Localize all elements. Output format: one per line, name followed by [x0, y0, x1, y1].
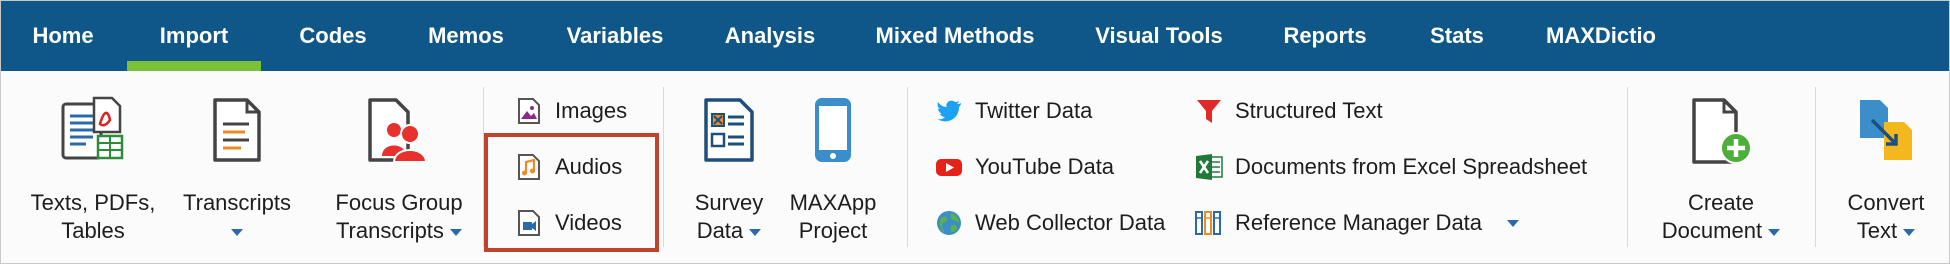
tab-mixed-methods[interactable]: Mixed Methods	[869, 1, 1041, 71]
excel-icon	[1195, 153, 1223, 181]
funnel-icon	[1195, 97, 1223, 125]
chevron-down-icon	[1768, 228, 1781, 236]
separator	[907, 87, 908, 247]
tab-home[interactable]: Home	[15, 1, 111, 71]
tab-reports[interactable]: Reports	[1273, 1, 1377, 71]
focus-group-transcripts-button[interactable]: Focus Group Transcripts	[335, 96, 463, 246]
images-button[interactable]: Images	[515, 91, 665, 131]
globe-icon	[935, 209, 963, 237]
focus-group-label: Focus Group Transcripts	[335, 190, 463, 243]
separator	[1815, 87, 1816, 247]
twitter-data-button[interactable]: Twitter Data	[935, 91, 1165, 131]
tab-memos[interactable]: Memos	[411, 1, 521, 71]
create-document-button[interactable]: Create Document	[1661, 96, 1781, 246]
maxapp-project-button[interactable]: MAXApp Project	[790, 96, 876, 246]
web-collector-data-button[interactable]: Web Collector Data	[935, 203, 1175, 243]
chevron-down-icon	[749, 228, 762, 236]
tab-import[interactable]: Import	[127, 1, 261, 71]
focus-group-icon	[366, 96, 432, 173]
image-icon	[515, 97, 543, 125]
chevron-down-icon[interactable]	[1507, 220, 1519, 227]
highlight-box	[484, 133, 659, 252]
transcript-icon	[211, 96, 263, 173]
survey-data-button[interactable]: Survey Data	[691, 96, 767, 246]
youtube-data-button[interactable]: YouTube Data	[935, 147, 1165, 187]
tab-variables[interactable]: Variables	[557, 1, 673, 71]
tab-stats[interactable]: Stats	[1419, 1, 1495, 71]
maxapp-project-label: MAXApp Project	[789, 190, 877, 243]
texts-pdfs-tables-button[interactable]: Texts, PDFs, Tables	[31, 96, 155, 246]
tab-visual-tools[interactable]: Visual Tools	[1089, 1, 1229, 71]
transcripts-label: Transcripts	[169, 189, 305, 245]
chevron-down-icon	[1903, 228, 1916, 236]
survey-form-icon	[702, 96, 756, 173]
import-ribbon: Home Import Codes Memos Variables Analys…	[0, 0, 1950, 264]
chevron-down-icon	[450, 228, 463, 236]
convert-text-label: Convert Text	[1847, 190, 1925, 243]
structured-text-button[interactable]: Structured Text	[1195, 91, 1435, 131]
texts-pdfs-tables-label: Texts, PDFs, Tables	[30, 190, 156, 243]
tab-maxdictio[interactable]: MAXDictio	[1541, 1, 1661, 71]
menu-bar: Home Import Codes Memos Variables Analys…	[1, 1, 1949, 71]
tab-analysis[interactable]: Analysis	[713, 1, 827, 71]
tab-codes[interactable]: Codes	[281, 1, 385, 71]
transcripts-button[interactable]: Transcripts	[183, 96, 291, 246]
new-document-icon	[1688, 96, 1754, 175]
reference-manager-data-button[interactable]: Reference Manager Data	[1195, 203, 1525, 243]
create-document-label: Create Document	[1641, 189, 1801, 245]
excel-documents-button[interactable]: Documents from Excel Spreadsheet	[1195, 147, 1615, 187]
youtube-icon	[935, 153, 963, 181]
twitter-bird-icon	[935, 97, 963, 125]
convert-text-button[interactable]: Convert Text	[1841, 96, 1931, 246]
chevron-down-icon	[231, 228, 243, 236]
separator	[1627, 87, 1628, 247]
document-pdf-table-icon	[60, 96, 126, 173]
smartphone-icon	[811, 96, 855, 173]
survey-data-label: Survey Data	[694, 190, 764, 243]
separator	[663, 87, 664, 247]
convert-text-icon	[1856, 96, 1916, 173]
book-stack-icon	[1195, 209, 1223, 237]
